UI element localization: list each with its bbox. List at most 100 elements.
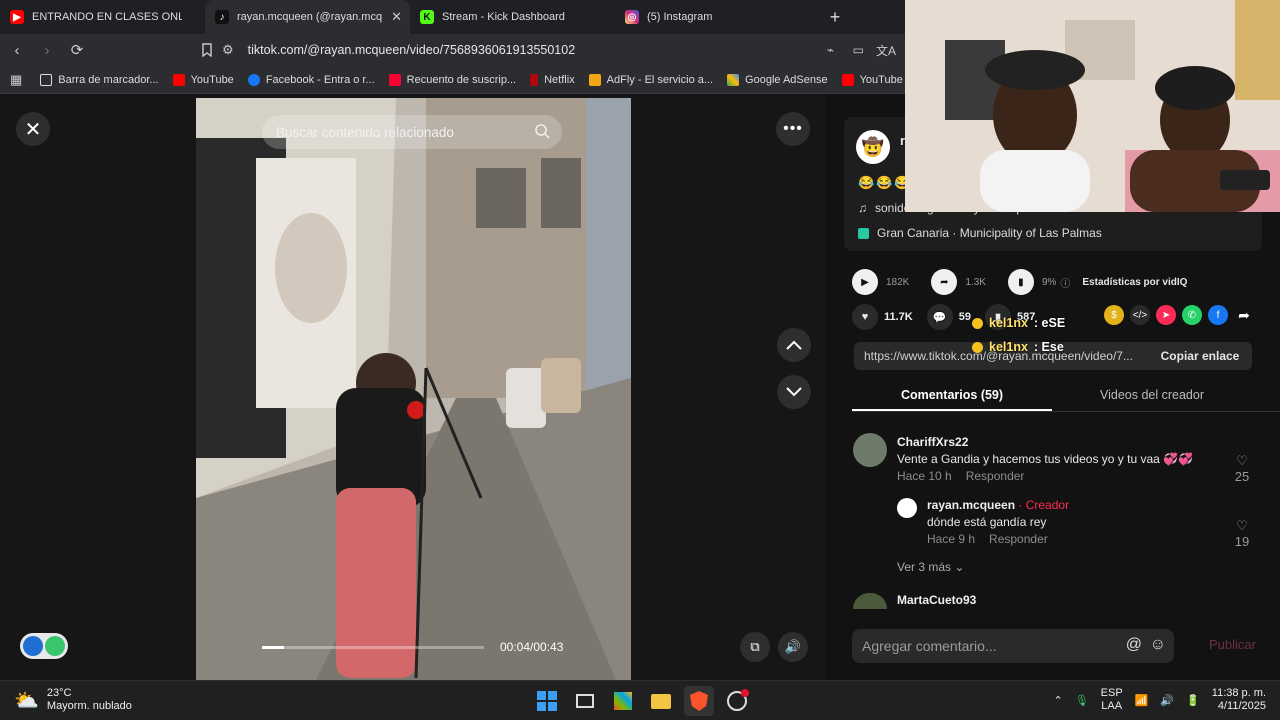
adsense-icon [727, 73, 740, 86]
clock-date: 4/11/2025 [1217, 700, 1266, 712]
video-player[interactable] [196, 98, 631, 680]
comment-text: Vente a Gandia y hacemos tus videos yo y… [897, 452, 1194, 466]
netflix-icon [530, 73, 539, 86]
site-info-icon[interactable]: ⚙ [222, 42, 234, 58]
youtube-icon: ▶ [10, 10, 24, 24]
comment-text: dónde está gandía rey [927, 515, 1047, 529]
wifi-icon[interactable]: 📶 [1135, 694, 1149, 707]
view-more-replies[interactable]: Ver 3 más ⌄ [897, 560, 964, 574]
whatsapp-icon[interactable]: ✆ [1182, 305, 1202, 325]
weather-widget[interactable]: ⛅ 23°C Mayorm. nublado [14, 687, 132, 713]
embed-icon[interactable]: </> [1130, 305, 1150, 325]
share-more-icon[interactable]: ➦ [1234, 305, 1254, 325]
cloud-sun-icon: ⛅ [14, 689, 39, 712]
bookmark-subscribers[interactable]: Recuento de suscrip... [388, 73, 516, 86]
volume-icon[interactable]: 🔊 [1160, 694, 1174, 707]
music-note-icon: ♫ [858, 201, 867, 215]
avatar[interactable] [853, 593, 887, 609]
reload-icon[interactable]: ⟳ [64, 37, 90, 63]
info-icon[interactable]: ⓘ [1060, 275, 1070, 290]
apps-grid-icon[interactable]: ▦ [10, 72, 22, 88]
adfly-icon [588, 73, 601, 86]
next-video-button[interactable] [777, 375, 811, 409]
close-tab-icon[interactable]: ✕ [391, 9, 402, 25]
comment-like-button[interactable]: ♡ 19 [1227, 518, 1257, 549]
tab-instagram[interactable]: ◎ (5) Instagram [615, 0, 820, 34]
url-field[interactable]: ⚙ tiktok.com/@rayan.mcqueen/video/756893… [222, 38, 912, 62]
chevron-up-icon[interactable]: ⌃ [1053, 694, 1062, 707]
close-video-button[interactable]: ✕ [16, 112, 50, 146]
brave-browser-icon[interactable] [684, 686, 714, 716]
mention-icon[interactable]: @ [1126, 636, 1142, 654]
comment-input[interactable]: Agregar comentario... @ ☺ [852, 629, 1174, 663]
comment-author[interactable]: MartaCueto93 [897, 593, 976, 607]
creator-badge: · Creador [1015, 498, 1070, 512]
coin-icon[interactable]: $ [1104, 305, 1124, 325]
more-icon: ••• [783, 120, 803, 137]
author-avatar[interactable]: 🤠 [856, 130, 890, 164]
publish-button[interactable]: Publicar [1209, 637, 1256, 652]
facebook-icon[interactable]: f [1208, 305, 1228, 325]
previous-video-button[interactable] [777, 328, 811, 362]
bookmark-icon[interactable] [194, 37, 220, 63]
tab-creator-videos[interactable]: Videos del creador [1052, 380, 1252, 411]
chat-badge-icon [972, 317, 983, 329]
share-arrow-icon[interactable]: ➦ [931, 269, 958, 295]
heart-icon[interactable]: ♥ [852, 304, 878, 330]
comment-like-count: 25 [1234, 469, 1250, 484]
miniplayer-button[interactable]: ⧉ [740, 632, 770, 662]
bookmark-adsense[interactable]: Google AdSense [727, 73, 828, 86]
avatar[interactable] [853, 433, 887, 467]
related-search-input[interactable]: Buscar contenido relacionado [262, 115, 562, 149]
youtube-icon [172, 73, 185, 86]
search-icon[interactable] [534, 123, 550, 142]
emoji-icon[interactable]: ☺ [1150, 636, 1166, 654]
clock[interactable]: 11:38 p. m. 4/11/2025 [1212, 687, 1266, 713]
tab-kick[interactable]: K Stream - Kick Dashboard [410, 0, 615, 34]
comment-like-button[interactable]: ♡ 25 [1227, 453, 1257, 484]
volume-button[interactable]: 🔊 [778, 632, 808, 662]
translate-icon[interactable]: 文A [876, 42, 896, 59]
store-icon[interactable] [608, 686, 638, 716]
location-link[interactable]: Gran Canaria · Municipality of Las Palma… [858, 226, 1102, 240]
bar-chart-icon[interactable]: ▮ [1007, 269, 1034, 295]
youtube-icon [841, 73, 854, 86]
obs-icon[interactable] [722, 686, 752, 716]
language-indicator[interactable]: ESP LAA [1101, 687, 1123, 713]
bookmark-facebook[interactable]: Facebook - Entra o r... [247, 73, 375, 86]
copy-link-button[interactable]: Copiar enlace [1148, 342, 1252, 370]
tab-youtube[interactable]: ▶ ENTRANDO EN CLASES ONLINE DE I [0, 0, 205, 34]
comment-icon[interactable]: 💬 [926, 304, 953, 330]
microphone-icon[interactable]: 🎙 [1075, 694, 1089, 707]
avatar[interactable] [897, 498, 917, 518]
comment-author[interactable]: rayan.mcqueen [927, 498, 1015, 512]
battery-icon[interactable]: 🔋 [1186, 694, 1200, 707]
more-options-button[interactable]: ••• [776, 112, 810, 146]
bookmark-netflix[interactable]: Netflix [530, 73, 575, 86]
back-icon[interactable]: ‹ [4, 37, 30, 63]
video-progress-bar[interactable] [262, 646, 484, 649]
reader-mode-icon[interactable]: ⌁ [827, 43, 834, 57]
file-explorer-icon[interactable] [646, 686, 676, 716]
heart-outline-icon: ♡ [1236, 518, 1248, 533]
reply-button[interactable]: Responder [966, 469, 1025, 483]
bookmark-adfly[interactable]: AdFly - El servicio a... [588, 73, 713, 86]
bookmark-folder[interactable]: Barra de marcador... [40, 73, 159, 86]
new-tab-button[interactable]: + [820, 0, 850, 34]
language-code: ESP [1100, 687, 1123, 699]
task-view-icon[interactable] [570, 686, 600, 716]
tab-tiktok[interactable]: ♪ rayan.mcqueen (@rayan.mcq ✕ [205, 0, 410, 34]
send-icon[interactable]: ➤ [1156, 305, 1176, 325]
extension-toggle[interactable] [20, 633, 68, 659]
cast-icon[interactable]: ▭ [853, 43, 864, 57]
reply-button[interactable]: Responder [989, 532, 1048, 546]
comment-author[interactable]: ChariffXrs22 [897, 435, 1193, 449]
bookmark-youtube[interactable]: YouTube [172, 73, 234, 86]
search-placeholder: Buscar contenido relacionado [276, 124, 454, 140]
play-icon[interactable]: ▶ [852, 269, 878, 295]
temperature: 23°C [46, 687, 72, 699]
tab-comments[interactable]: Comentarios (59) [852, 380, 1052, 411]
windows-start-icon[interactable] [532, 686, 562, 716]
power-icon [45, 636, 65, 656]
forward-icon[interactable]: › [34, 37, 60, 63]
